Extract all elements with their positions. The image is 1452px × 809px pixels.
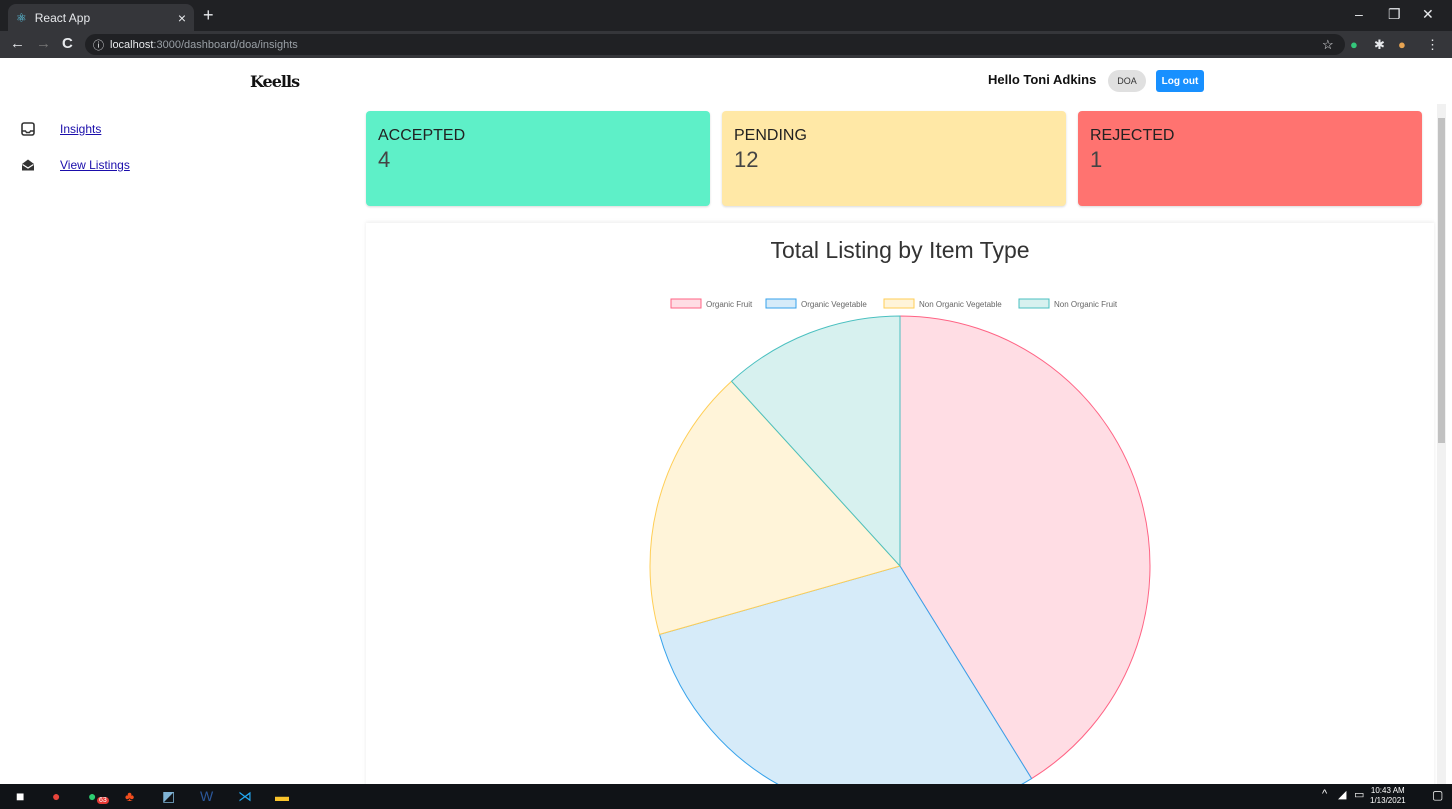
forward-icon[interactable]: →: [36, 35, 51, 52]
system-clock[interactable]: 10:43 AM 1/13/2021: [1370, 786, 1406, 806]
restore-icon[interactable]: ❐: [1388, 6, 1401, 23]
sidebar-item-label[interactable]: View Listings: [60, 158, 130, 172]
site-info-icon[interactable]: ⓘ: [93, 37, 104, 53]
sidebar-item-insights[interactable]: Insights: [20, 121, 101, 137]
windows-taskbar: ■ ● ● 63 ♣ ◩ W ⋊ ▬ ^ ◢ ▭ ▢: [0, 784, 1452, 809]
sidebar-item-label[interactable]: Insights: [60, 122, 101, 136]
sidebar-item-view-listings[interactable]: View Listings: [20, 157, 130, 173]
rejected-label: REJECTED: [1090, 127, 1175, 144]
extensions-puzzle-icon[interactable]: ✱: [1374, 37, 1385, 53]
battery-icon[interactable]: ▭: [1354, 788, 1364, 801]
reload-icon[interactable]: C: [62, 35, 73, 52]
scrollbar-thumb[interactable]: [1438, 118, 1445, 443]
legend-swatch: [1018, 298, 1050, 309]
word-icon[interactable]: W: [200, 788, 213, 804]
legend-item[interactable]: Non Organic Vegetable: [883, 298, 1002, 309]
pending-card: PENDING 12: [722, 111, 1066, 206]
clock-time: 10:43 AM: [1370, 786, 1405, 795]
chart-card: Total Listing by Item Type Organic Fruit…: [366, 223, 1434, 793]
notification-badge: 63: [97, 797, 109, 804]
legend-label: Non Organic Vegetable: [919, 300, 1002, 309]
legend-label: Non Organic Fruit: [1054, 300, 1118, 309]
legend-label: Organic Vegetable: [801, 300, 867, 309]
pending-label: PENDING: [734, 127, 807, 144]
back-icon[interactable]: ←: [10, 35, 25, 52]
snipping-tool-icon[interactable]: ◩: [162, 788, 175, 805]
role-badge: DOA: [1108, 70, 1146, 92]
tray-chevron-icon[interactable]: ^: [1322, 788, 1327, 800]
legend-item[interactable]: Organic Vegetable: [765, 298, 867, 309]
pending-count: 12: [734, 147, 759, 172]
legend-swatch: [670, 298, 702, 309]
notifications-icon[interactable]: ▢: [1432, 788, 1443, 802]
open-mail-icon: [22, 159, 34, 171]
greeting-text: Hello Toni Adkins: [988, 72, 1097, 87]
file-explorer-icon[interactable]: ▬: [275, 788, 289, 804]
close-window-icon[interactable]: ✕: [1422, 6, 1434, 23]
url-path: :3000/dashboard/doa/insights: [153, 38, 298, 51]
vscode-icon[interactable]: ⋊: [238, 788, 252, 805]
url-host: localhost: [110, 38, 154, 51]
legend-swatch: [765, 298, 797, 309]
legend-item[interactable]: Organic Fruit: [670, 298, 753, 309]
figma-icon[interactable]: ♣: [125, 788, 134, 804]
chrome-icon[interactable]: ●: [52, 788, 60, 804]
browser-tab-bar: ⚛ React App × + – ❐ ✕: [0, 0, 1452, 31]
profile-avatar-icon[interactable]: ●: [1398, 37, 1406, 52]
browser-toolbar: ← → C ⓘ localhost:3000/dashboard/doa/ins…: [0, 31, 1452, 58]
accepted-label: ACCEPTED: [378, 127, 466, 144]
tab-title: React App: [34, 10, 91, 25]
windows-start-icon[interactable]: ■: [16, 788, 24, 804]
legend-label: Organic Fruit: [706, 300, 753, 309]
wifi-icon[interactable]: ◢: [1338, 788, 1346, 801]
pie-chart: Organic Fruit Organic Vegetable Non Organi…: [649, 298, 1151, 793]
address-bar[interactable]: ⓘ localhost:3000/dashboard/doa/insights: [85, 34, 1345, 55]
legend-item[interactable]: Non Organic Fruit: [1018, 298, 1118, 309]
whatsapp-icon[interactable]: ●: [88, 788, 96, 804]
bookmark-star-icon[interactable]: ☆: [1322, 37, 1334, 53]
rejected-card: REJECTED 1: [1078, 111, 1422, 206]
accepted-count: 4: [378, 147, 391, 172]
close-tab-icon[interactable]: ×: [178, 10, 186, 26]
minimize-icon[interactable]: –: [1355, 6, 1363, 22]
legend-swatch: [883, 298, 915, 309]
browser-menu-icon[interactable]: ⋮: [1426, 37, 1439, 53]
shield-extension-icon[interactable]: ●: [1350, 37, 1358, 52]
clock-date: 1/13/2021: [1370, 796, 1406, 805]
inbox-icon: [21, 122, 35, 136]
new-tab-icon[interactable]: +: [203, 5, 214, 26]
browser-tab[interactable]: ⚛ React App ×: [8, 4, 194, 31]
keells-logo[interactable]: Keells: [250, 72, 300, 91]
logout-button[interactable]: Log out: [1156, 70, 1204, 92]
rejected-count: 1: [1090, 147, 1103, 172]
accepted-card: ACCEPTED 4: [366, 111, 710, 206]
react-favicon-icon: ⚛: [16, 10, 27, 25]
